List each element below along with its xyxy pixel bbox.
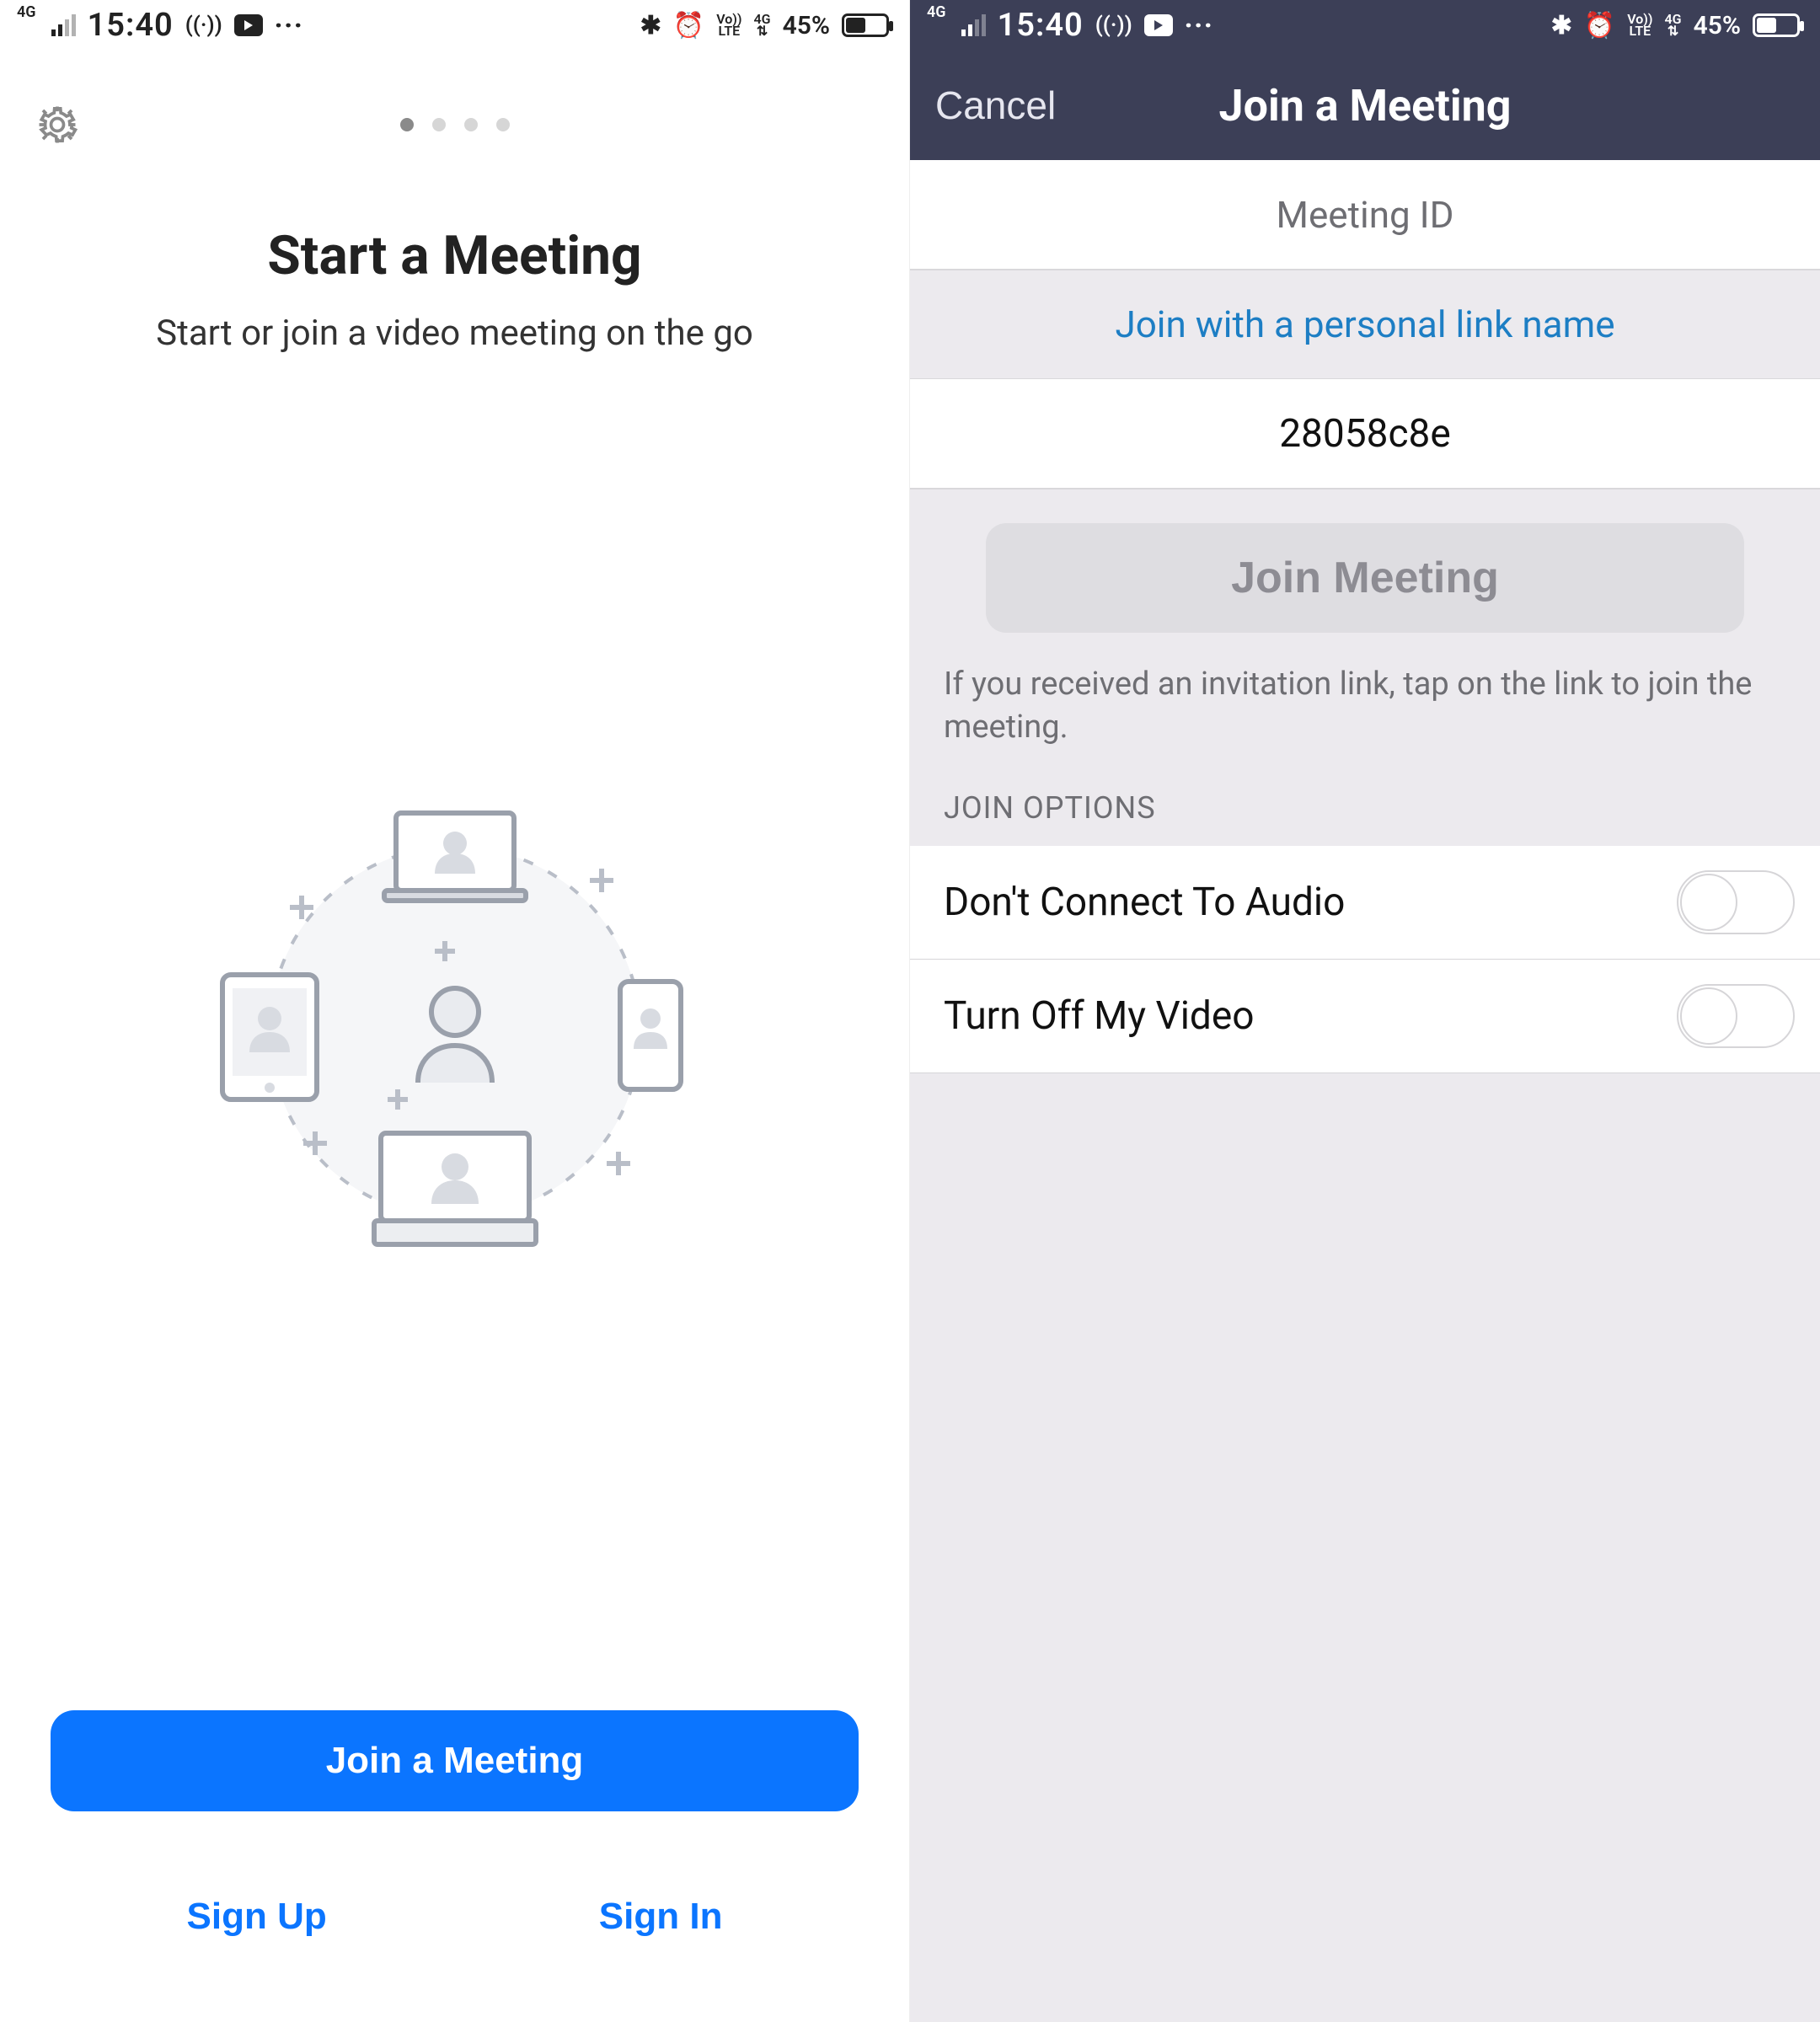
alarm-icon: ⏰ [673,11,704,40]
join-meeting-submit-button[interactable]: Join Meeting [986,523,1744,633]
personal-link-button[interactable]: Join with a personal link name [910,270,1820,379]
battery-percent: 45% [1694,11,1741,40]
meeting-id-input[interactable]: Meeting ID [910,160,1820,270]
option-label: Don't Connect To Audio [944,880,1345,925]
battery-icon [842,13,889,37]
hotspot-icon: ((·)) [1095,13,1132,38]
invitation-hint: If you received an invitation link, tap … [944,663,1786,750]
sign-in-button[interactable]: Sign In [599,1896,723,1938]
cancel-button[interactable]: Cancel [935,83,1056,128]
more-notifications-icon: ··· [275,11,304,40]
battery-icon [1753,13,1800,37]
network-type-label: 4G [17,3,36,21]
alarm-icon: ⏰ [1584,11,1615,40]
page-dot [464,118,478,131]
clock-time: 15:40 [88,7,174,44]
page-dot [400,118,414,131]
join-options-label: JOIN OPTIONS [944,790,1786,826]
clock-time: 15:40 [998,7,1084,44]
join-meeting-button[interactable]: Join a Meeting [51,1710,859,1811]
status-bar: 4G 15:40 ((·)) ··· ✱ ⏰ Vo))LTE 4G⇅ 45% [910,0,1820,51]
battery-percent: 45% [783,11,830,40]
hotspot-icon: ((·)) [185,13,222,38]
data-4g-icon: 4G⇅ [1665,13,1682,37]
page-subtitle: Start or join a video meeting on the go [0,313,909,354]
volte-icon: Vo))LTE [716,13,741,37]
page-title: Start a Meeting [0,224,909,287]
join-meeting-screen: 4G 15:40 ((·)) ··· ✱ ⏰ Vo))LTE 4G⇅ 45% C… [910,0,1820,2022]
data-4g-icon: 4G⇅ [754,13,771,37]
meeting-id-placeholder: Meeting ID [1277,193,1454,237]
more-notifications-icon: ··· [1185,11,1214,40]
display-name-input[interactable]: 28058c8e [910,379,1820,489]
audio-toggle[interactable] [1677,870,1795,934]
bluetooth-icon: ✱ [1551,11,1572,40]
option-turn-off-video: Turn Off My Video [910,960,1820,1073]
network-type-label: 4G [927,3,946,21]
volte-icon: Vo))LTE [1627,13,1652,37]
signal-icon [51,14,76,36]
video-notification-icon [1144,14,1173,36]
settings-icon[interactable] [34,101,81,148]
video-notification-icon [234,14,263,36]
sign-up-button[interactable]: Sign Up [187,1896,327,1938]
option-dont-connect-audio: Don't Connect To Audio [910,846,1820,960]
option-label: Turn Off My Video [944,993,1255,1039]
welcome-screen: 4G 15:40 ((·)) ··· ✱ ⏰ Vo))LTE 4G⇅ 45% [0,0,910,2022]
page-dot [432,118,446,131]
page-dot [496,118,510,131]
bluetooth-icon: ✱ [640,11,661,40]
status-bar: 4G 15:40 ((·)) ··· ✱ ⏰ Vo))LTE 4G⇅ 45% [0,0,909,51]
navigation-bar: Cancel Join a Meeting [910,51,1820,160]
onboarding-illustration [0,354,909,1710]
page-indicator [81,118,828,131]
video-toggle[interactable] [1677,984,1795,1048]
signal-icon [961,14,986,36]
